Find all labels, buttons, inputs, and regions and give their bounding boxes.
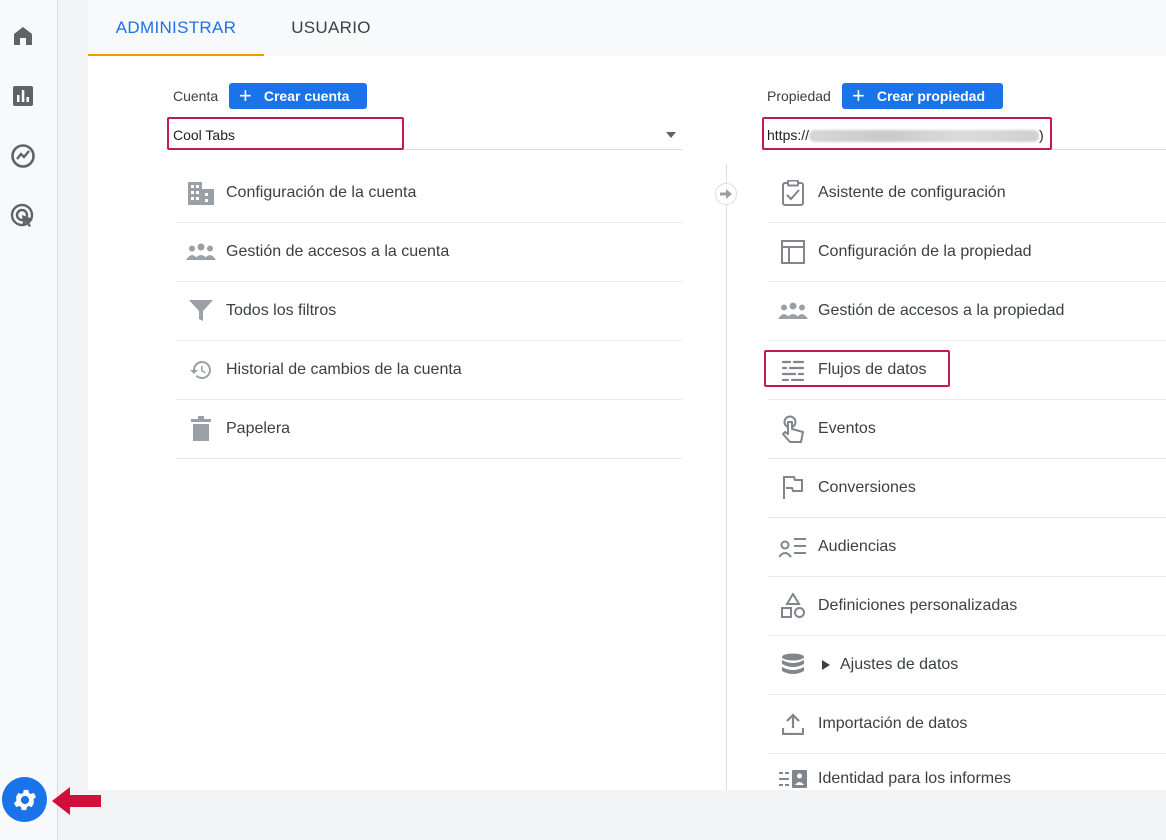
reports-icon[interactable]: [9, 82, 37, 110]
home-icon[interactable]: [9, 22, 37, 50]
highlight-box: [167, 117, 404, 150]
history-icon: [176, 358, 226, 382]
menu-item-data-import[interactable]: Importación de datos: [768, 695, 1166, 754]
menu-item-label: Identidad para los informes: [818, 770, 1011, 787]
admin-gear-button[interactable]: [2, 777, 47, 822]
menu-item-label: Papelera: [226, 420, 291, 437]
account-label: Cuenta: [173, 88, 219, 104]
menu-item-label: Eventos: [818, 420, 876, 437]
create-account-button[interactable]: + Crear cuenta: [229, 83, 368, 109]
menu-item-change-history[interactable]: Historial de cambios de la cuenta: [176, 341, 682, 400]
filter-icon: [176, 300, 226, 322]
menu-item-label: Asistente de configuración: [818, 184, 1006, 201]
advertising-icon[interactable]: [9, 202, 37, 230]
menu-item-custom-definitions[interactable]: Definiciones personalizadas: [768, 577, 1166, 636]
menu-item-label: Ajustes de datos: [840, 656, 959, 673]
menu-item-label: Configuración de la propiedad: [818, 243, 1032, 260]
database-icon: [768, 653, 818, 677]
create-property-label: Crear propiedad: [876, 88, 985, 104]
property-label: Propiedad: [767, 88, 831, 104]
menu-item-conversions[interactable]: Conversiones: [768, 459, 1166, 518]
highlight-box: [762, 117, 1052, 150]
menu-item-audiences[interactable]: Audiencias: [768, 518, 1166, 577]
column-divider: [726, 164, 727, 790]
menu-item-data-settings[interactable]: Ajustes de datos: [768, 636, 1166, 695]
explore-icon[interactable]: [9, 142, 37, 170]
menu-item-label: Todos los filtros: [226, 302, 337, 319]
trash-icon: [176, 416, 226, 442]
layout-icon: [768, 240, 818, 264]
menu-item-property-settings[interactable]: Configuración de la propiedad: [768, 223, 1166, 282]
menu-item-setup-assistant[interactable]: Asistente de configuración: [768, 164, 1166, 223]
expand-arrow-icon[interactable]: [822, 660, 830, 670]
menu-item-label: Conversiones: [818, 479, 916, 496]
audience-icon: [768, 536, 818, 558]
shapes-icon: [768, 593, 818, 619]
plus-icon: +: [239, 83, 252, 108]
highlight-box: [764, 350, 950, 387]
menu-item-label: Historial de cambios de la cuenta: [226, 361, 462, 378]
menu-item-reporting-identity[interactable]: Identidad para los informes: [768, 754, 1166, 790]
checklist-icon: [768, 180, 818, 206]
plus-icon: +: [852, 83, 865, 108]
menu-item-label: Gestión de accesos a la propiedad: [818, 302, 1065, 319]
upload-icon: [768, 713, 818, 735]
left-nav: [0, 0, 58, 840]
menu-item-account-settings[interactable]: Configuración de la cuenta: [176, 164, 682, 223]
menu-item-label: Audiencias: [818, 538, 897, 555]
menu-item-events[interactable]: Eventos: [768, 400, 1166, 459]
gear-icon: [13, 789, 36, 810]
pointer-arrow-icon: [52, 787, 101, 815]
menu-item-label: Definiciones personalizadas: [818, 597, 1018, 614]
tab-usuario[interactable]: USUARIO: [264, 0, 398, 56]
touch-icon: [768, 415, 818, 443]
dropdown-arrow-icon: [666, 132, 676, 138]
create-property-button[interactable]: + Crear propiedad: [842, 83, 1003, 109]
people-icon: [768, 302, 818, 320]
people-icon: [176, 243, 226, 261]
menu-item-label: Gestión de accesos a la cuenta: [226, 243, 450, 260]
tab-administrar[interactable]: ADMINISTRAR: [88, 0, 264, 56]
menu-item-property-access[interactable]: Gestión de accesos a la propiedad: [768, 282, 1166, 341]
menu-item-all-filters[interactable]: Todos los filtros: [176, 282, 682, 341]
flag-icon: [768, 476, 818, 500]
menu-item-label: Configuración de la cuenta: [226, 184, 417, 201]
admin-panel: Cuenta + Crear cuenta Cool Tabs Configur…: [88, 56, 1166, 790]
menu-item-account-access[interactable]: Gestión de accesos a la cuenta: [176, 223, 682, 282]
menu-item-label: Importación de datos: [818, 715, 968, 732]
building-icon: [176, 180, 226, 206]
identity-icon: [768, 770, 818, 788]
move-arrow-icon[interactable]: [715, 183, 737, 205]
menu-item-trash[interactable]: Papelera: [176, 400, 682, 459]
tab-bar: ADMINISTRAR USUARIO: [88, 0, 1166, 56]
create-account-label: Crear cuenta: [263, 88, 350, 104]
